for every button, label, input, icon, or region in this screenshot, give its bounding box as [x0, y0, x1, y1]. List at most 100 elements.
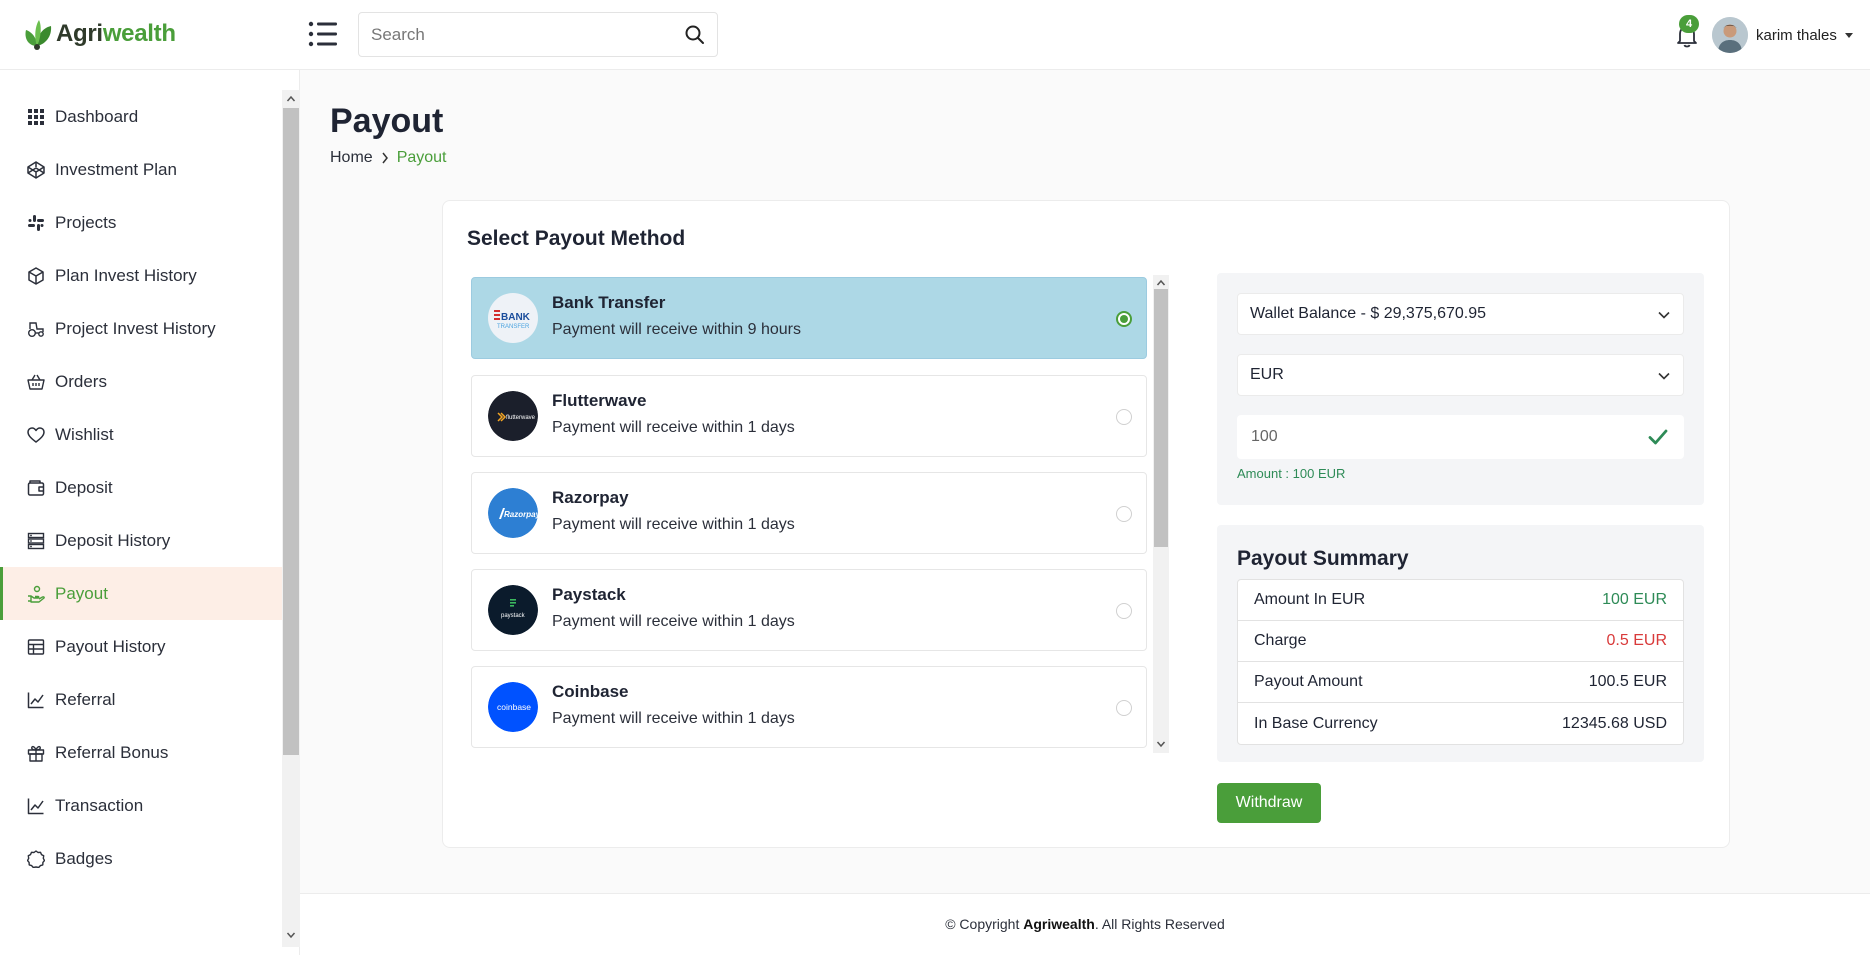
method-description: Payment will receive within 1 days	[552, 419, 795, 436]
footer-copyright-prefix: © Copyright	[945, 916, 1024, 932]
grid-icon	[28, 108, 44, 125]
svg-text:BANK: BANK	[501, 312, 531, 323]
sidebar-item-dashboard[interactable]: Dashboard	[0, 90, 282, 143]
sidebar-item-label: Payout History	[55, 636, 166, 656]
method-name: Bank Transfer	[552, 293, 666, 312]
payout-methods-list: BANK TRANSFER Bank Transfer Payment will…	[471, 275, 1151, 755]
server-icon	[27, 532, 45, 549]
amount-input[interactable]	[1237, 415, 1637, 459]
scroll-down-arrow-icon[interactable]	[1156, 739, 1166, 749]
sidebar-item-projects[interactable]: Projects	[0, 196, 282, 249]
summary-row: Charge 0.5 EUR	[1238, 621, 1683, 662]
sidebar-item-label: Plan Invest History	[55, 265, 197, 285]
sidebar-item-label: Dashboard	[55, 106, 139, 126]
sidebar-item-label: Payout	[55, 583, 108, 603]
wallet-select-value: Wallet Balance - $ 29,375,670.95	[1250, 305, 1487, 322]
user-menu[interactable]: karim thales	[1712, 17, 1853, 53]
sidebar-item-label: Investment Plan	[55, 159, 177, 179]
sidebar-item-referral-bonus[interactable]: Referral Bonus	[0, 726, 282, 779]
svg-text:flutterwave: flutterwave	[506, 415, 536, 421]
razorpay-logo: Razorpay	[488, 488, 538, 538]
method-description: Payment will receive within 9 hours	[552, 321, 801, 338]
leaf-logo-icon	[25, 20, 52, 50]
notification-count-badge: 4	[1679, 15, 1699, 33]
method-radio[interactable]	[1116, 409, 1132, 425]
search-icon[interactable]	[683, 23, 707, 47]
badge-icon	[27, 849, 45, 868]
user-avatar-icon	[1712, 17, 1748, 53]
method-radio[interactable]	[1116, 311, 1132, 327]
sidebar-item-project-invest-history[interactable]: Project Invest History	[0, 302, 282, 355]
sidebar-scrollbar-thumb[interactable]	[283, 108, 299, 755]
payout-method-coinbase[interactable]: coinbase Coinbase Payment will receive w…	[471, 666, 1147, 748]
flutterwave-logo-icon: flutterwave	[488, 391, 538, 441]
withdraw-button[interactable]: Withdraw	[1217, 783, 1321, 823]
sidebar-item-orders[interactable]: Orders	[0, 355, 282, 408]
method-description: Payment will receive within 1 days	[552, 516, 795, 533]
payout-method-flutterwave[interactable]: flutterwave Flutterwave Payment will rec…	[471, 375, 1147, 457]
paystack-logo-icon: paystack	[488, 585, 538, 635]
sidebar-item-payout[interactable]: Payout	[0, 567, 282, 620]
chevron-down-icon	[1658, 372, 1670, 380]
heart-icon	[27, 426, 45, 443]
scroll-up-arrow-icon[interactable]	[286, 94, 296, 104]
sidebar-item-transaction[interactable]: Transaction	[0, 779, 282, 832]
page-title: Payout	[330, 102, 444, 140]
method-radio[interactable]	[1116, 506, 1132, 522]
method-radio[interactable]	[1116, 603, 1132, 619]
scroll-down-arrow-icon[interactable]	[286, 930, 296, 940]
search-box	[358, 12, 718, 57]
payout-summary-table: Amount In EUR 100 EUR Charge 0.5 EUR Pay…	[1237, 579, 1684, 745]
svg-text:coinbase: coinbase	[497, 702, 531, 712]
breadcrumb-home-link[interactable]: Home	[330, 149, 373, 167]
sidebar-item-label: Deposit	[55, 477, 113, 497]
currency-select[interactable]: EUR	[1237, 354, 1684, 396]
sidebar-item-investment-plan[interactable]: Investment Plan	[0, 143, 282, 196]
sidebar-item-payout-history[interactable]: Payout History	[0, 620, 282, 673]
codepen-icon	[27, 160, 45, 179]
sidebar-item-referral[interactable]: Referral	[0, 673, 282, 726]
menu-list-icon[interactable]	[308, 20, 338, 48]
payout-form-panel: Wallet Balance - $ 29,375,670.95 EUR Amo…	[1217, 273, 1704, 505]
payout-method-paystack[interactable]: paystack Paystack Payment will receive w…	[471, 569, 1147, 651]
payout-method-bank-transfer[interactable]: BANK TRANSFER Bank Transfer Payment will…	[471, 277, 1147, 359]
method-name: Flutterwave	[552, 391, 647, 410]
summary-row: Payout Amount 100.5 EUR	[1238, 662, 1683, 703]
payout-method-razorpay[interactable]: Razorpay Razorpay Payment will receive w…	[471, 472, 1147, 554]
select-method-title: Select Payout Method	[467, 227, 686, 250]
avatar	[1712, 17, 1748, 53]
wallet-select[interactable]: Wallet Balance - $ 29,375,670.95	[1237, 293, 1684, 335]
sidebar-item-wishlist[interactable]: Wishlist	[0, 408, 282, 461]
logo-text-agri: Agri	[56, 20, 103, 47]
user-name: karim thales	[1756, 26, 1837, 44]
sidebar-item-label: Project Invest History	[55, 318, 216, 338]
method-radio[interactable]	[1116, 700, 1132, 716]
summary-label: Amount In EUR	[1254, 591, 1366, 608]
search-input[interactable]	[359, 13, 669, 56]
app-logo[interactable]: Agriwealth	[20, 14, 176, 54]
footer-copyright-suffix: . All Rights Reserved	[1094, 916, 1225, 932]
svg-text:TRANSFER: TRANSFER	[497, 324, 530, 330]
chart-line-icon	[27, 692, 44, 708]
wallet-icon	[27, 479, 45, 496]
scroll-up-arrow-icon[interactable]	[1156, 278, 1166, 288]
method-description: Payment will receive within 1 days	[552, 710, 795, 727]
method-name: Razorpay	[552, 488, 629, 507]
summary-value: 0.5 EUR	[1606, 632, 1667, 649]
razorpay-logo-icon: Razorpay	[488, 488, 538, 538]
gift-icon	[27, 745, 45, 762]
methods-scrollbar-thumb[interactable]	[1154, 289, 1168, 547]
summary-row: Amount In EUR 100 EUR	[1238, 580, 1683, 621]
summary-label: Payout Amount	[1254, 673, 1363, 690]
sidebar-item-deposit[interactable]: Deposit	[0, 461, 282, 514]
sidebar-item-plan-invest-history[interactable]: Plan Invest History	[0, 249, 282, 302]
svg-text:paystack: paystack	[501, 613, 526, 619]
box-icon	[28, 266, 44, 285]
sidebar-item-deposit-history[interactable]: Deposit History	[0, 514, 282, 567]
sidebar-item-label: Referral	[55, 689, 116, 709]
summary-label: In Base Currency	[1254, 714, 1378, 732]
check-icon	[1648, 429, 1668, 445]
sidebar-item-label: Referral Bonus	[55, 742, 169, 762]
currency-select-value: EUR	[1250, 366, 1284, 383]
sidebar-item-badges[interactable]: Badges	[0, 832, 282, 885]
